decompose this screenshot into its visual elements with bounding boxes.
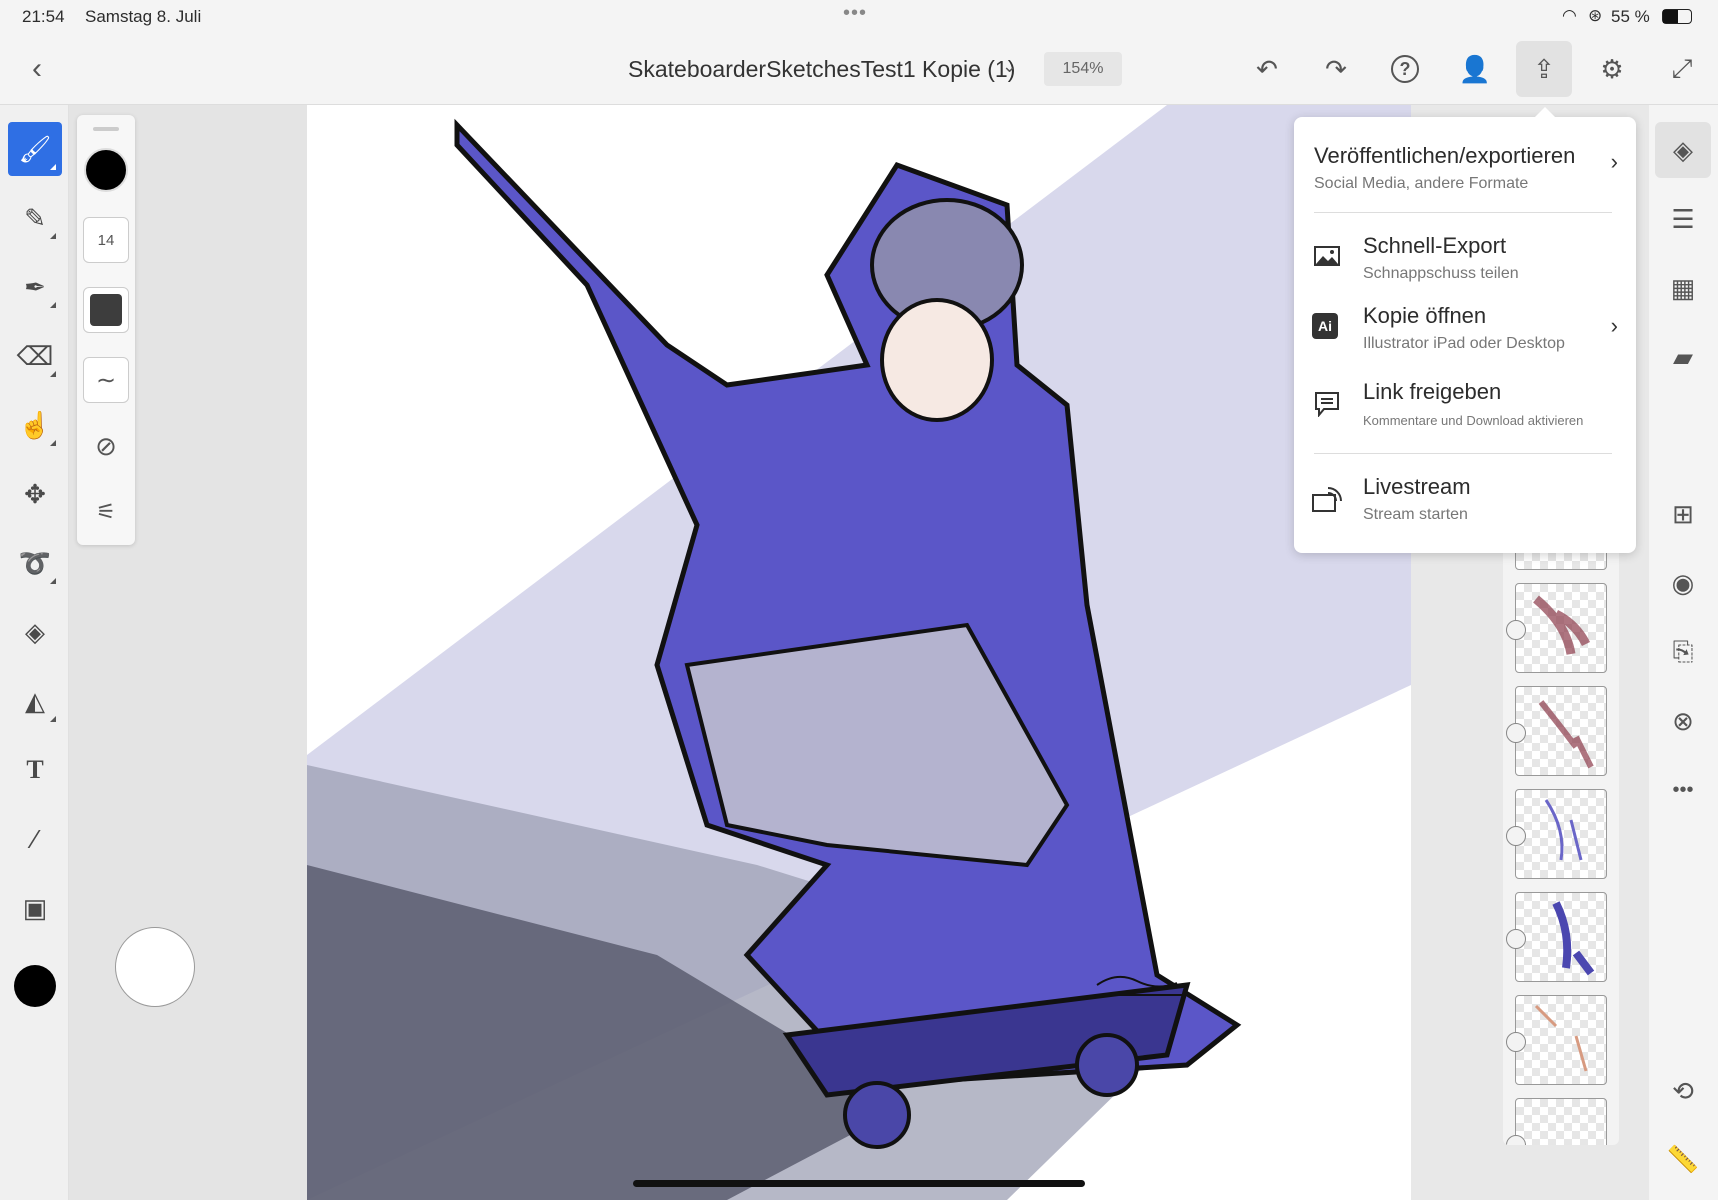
menu-item-subtitle: Schnappschuss teilen <box>1363 265 1519 282</box>
wheel <box>1075 1033 1139 1097</box>
face <box>880 298 994 422</box>
document-title[interactable]: SkateboarderSketchesTest1 Kopie (1) <box>628 56 1015 83</box>
orientation-lock-icon: ⊛ <box>1588 6 1603 25</box>
menu-item-subtitle: Stream starten <box>1363 506 1468 523</box>
left-tool-bar: 🖌 ✎ ✒ ⌫ ☝ ✥ ➰ ◈ ◭ T ⁄ ▣ <box>0 105 69 1200</box>
divider <box>1314 212 1612 213</box>
fullscreen-expand-icon[interactable]: ⤢ <box>1659 46 1705 92</box>
lasso-selection-tool[interactable]: ➰ <box>8 536 62 590</box>
zoom-level[interactable]: 154% <box>1044 52 1122 86</box>
title-chevron-down-icon[interactable]: ⌄ <box>1002 56 1017 77</box>
layer-thumbnail[interactable] <box>1506 1098 1607 1145</box>
menu-open-copy[interactable]: Ai Kopie öffnen Illustrator iPad oder De… <box>1312 303 1618 353</box>
vector-brush-tool[interactable]: ✒ <box>8 260 62 314</box>
add-layer-icon[interactable]: ⊞ <box>1655 486 1711 542</box>
comments-icon[interactable]: ▰ <box>1655 329 1711 385</box>
chevron-right-icon: › <box>1610 149 1618 174</box>
smoothing-icon[interactable]: ∼ <box>83 357 129 403</box>
status-time: 21:54 <box>22 7 65 26</box>
export-menu-popover: Veröffentlichen/exportieren Social Media… <box>1294 107 1636 553</box>
chevron-right-icon: › <box>1610 313 1618 338</box>
layers-panel <box>1503 520 1619 1145</box>
brush-opacity-swatch[interactable] <box>83 287 129 333</box>
share-export-button[interactable]: ⇪ <box>1516 41 1572 97</box>
eyedropper-tool[interactable]: ⁄ <box>8 812 62 866</box>
live-brush-tool[interactable]: ✎ <box>8 191 62 245</box>
timelapse-icon[interactable]: ⟲ <box>1655 1063 1711 1119</box>
merge-layer-icon[interactable]: ⎘ <box>1655 624 1711 680</box>
brush-size-field[interactable]: 14 <box>83 217 129 263</box>
pixel-brush-tool[interactable]: 🖌 <box>8 122 62 176</box>
blend-mode-icon[interactable]: ⊗ <box>1655 693 1711 749</box>
undo-button[interactable]: ↶ <box>1244 46 1290 92</box>
move-tool[interactable]: ✥ <box>8 467 62 521</box>
battery-icon <box>1662 9 1692 24</box>
panel-drag-handle[interactable] <box>93 127 119 131</box>
image-icon <box>1312 241 1342 271</box>
menu-item-title: Kopie öffnen <box>1363 303 1487 328</box>
livestream-icon <box>1312 484 1342 514</box>
layer-thumbnail[interactable] <box>1506 789 1607 879</box>
visibility-eye-icon[interactable]: ◉ <box>1655 555 1711 611</box>
shapes-tool[interactable]: ◭ <box>8 674 62 728</box>
artwork-canvas[interactable] <box>307 105 1411 1200</box>
menu-item-subtitle: Social Media, andere Formate <box>1314 175 1529 192</box>
eraser-tool[interactable]: ⌫ <box>8 329 62 383</box>
brush-color-swatch[interactable] <box>84 148 128 192</box>
wifi-icon: ◠ <box>1562 6 1577 25</box>
illustrator-icon: Ai <box>1312 313 1338 339</box>
status-date: Samstag 8. Juli <box>85 7 202 26</box>
menu-item-title: Veröffentlichen/exportieren <box>1314 143 1576 168</box>
battery-percent: 55 % <box>1611 7 1650 26</box>
menu-item-subtitle: Kommentare und Download aktivieren <box>1363 413 1584 428</box>
color-swatch[interactable] <box>14 965 56 1007</box>
menu-item-subtitle: Illustrator iPad oder Desktop <box>1363 335 1565 352</box>
layer-thumbnail[interactable] <box>1506 995 1607 1085</box>
place-image-tool[interactable]: ▣ <box>8 881 62 935</box>
divider <box>1314 453 1612 454</box>
redo-button[interactable]: ↷ <box>1313 46 1359 92</box>
menu-share-link[interactable]: Link freigeben Kommentare und Download a… <box>1314 379 1618 428</box>
layer-thumbnail[interactable] <box>1506 583 1607 673</box>
text-tool[interactable]: T <box>8 743 62 797</box>
top-toolbar: ‹ SkateboarderSketchesTest1 Kopie (1) ⌄ … <box>0 34 1718 105</box>
menu-item-title: Livestream <box>1363 474 1471 499</box>
layer-properties-icon[interactable]: ☰ <box>1655 191 1711 247</box>
invite-user-button[interactable]: 👤 <box>1452 46 1498 92</box>
more-options-icon[interactable]: ••• <box>1655 762 1711 818</box>
ruler-icon[interactable]: 📏 <box>1655 1131 1711 1187</box>
grid-icon[interactable]: ▦ <box>1655 260 1711 316</box>
brush-properties-panel: 14 ∼ ⊘ ⚟ <box>77 115 135 545</box>
fill-bucket-tool[interactable]: ◈ <box>8 605 62 659</box>
menu-item-title: Schnell-Export <box>1363 233 1507 258</box>
menu-quick-export[interactable]: Schnell-Export Schnappschuss teilen <box>1314 233 1618 283</box>
settings-gear-icon[interactable]: ⚙ <box>1589 46 1635 92</box>
pressure-sensitivity-icon[interactable]: ⊘ <box>83 423 129 469</box>
status-bar: 21:54 Samstag 8. Juli ••• ◠ ⊛ 55 % <box>0 0 1718 34</box>
skateboarder-illustration <box>307 105 1411 1200</box>
wheel <box>843 1081 911 1149</box>
menu-publish-export[interactable]: Veröffentlichen/exportieren Social Media… <box>1314 143 1618 193</box>
right-icon-bar: ◈ ☰ ▦ ▰ ⊞ ◉ ⎘ ⊗ ••• ⟲ 📏 <box>1649 105 1718 1200</box>
layer-thumbnail[interactable] <box>1506 686 1607 776</box>
touch-modifier-button[interactable] <box>115 927 195 1007</box>
layer-thumbnail[interactable] <box>1506 892 1607 982</box>
brush-settings-icon[interactable]: ⚟ <box>83 489 129 535</box>
layers-icon[interactable]: ◈ <box>1655 122 1711 178</box>
home-indicator[interactable] <box>633 1180 1085 1187</box>
smudge-tool[interactable]: ☝ <box>8 398 62 452</box>
comment-icon <box>1312 389 1342 419</box>
multitasking-dots-icon[interactable]: ••• <box>843 2 867 25</box>
menu-item-title: Link freigeben <box>1363 379 1502 404</box>
help-button[interactable]: ? <box>1382 46 1428 92</box>
back-button[interactable]: ‹ <box>14 46 60 92</box>
menu-livestream[interactable]: Livestream Stream starten <box>1312 474 1618 524</box>
